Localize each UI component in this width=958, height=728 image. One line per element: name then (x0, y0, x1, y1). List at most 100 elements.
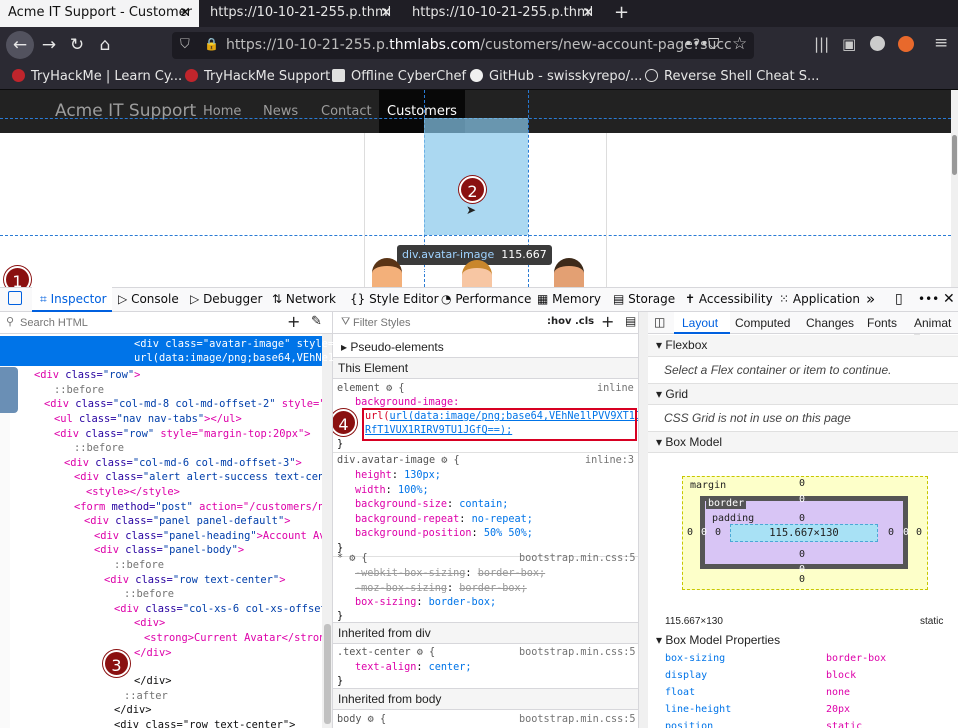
bm-prop-value[interactable]: none (826, 687, 850, 698)
hov-button[interactable]: :hov (547, 316, 572, 327)
margin-bottom[interactable]: 0 (799, 574, 805, 585)
reload-icon[interactable]: ↻ (64, 27, 90, 63)
html-pseudo-after[interactable]: ::after (124, 689, 168, 704)
star-icon[interactable]: ☆ (732, 34, 747, 54)
bookmark-thm-support[interactable]: TryHackMe Support (185, 63, 330, 90)
add-node-icon[interactable]: + (287, 312, 300, 331)
url-text[interactable]: https://10-10-21-255.p.thmlabs.com/custo… (226, 37, 732, 53)
bookmark-revshell[interactable]: Reverse Shell Cheat S... (645, 63, 819, 90)
html-scrollbar[interactable] (322, 334, 332, 728)
html-node[interactable]: <div class="alert alert-success text-cen… (74, 470, 331, 485)
home-icon[interactable]: ⌂ (92, 27, 118, 63)
html-pseudo[interactable]: ::before (54, 383, 104, 398)
tab-computed[interactable]: Computed (735, 316, 790, 330)
border-bottom[interactable]: 0 (799, 564, 805, 575)
html-node[interactable]: <div class="col-md-6 col-md-offset-3"> (64, 456, 302, 471)
tab-layout[interactable]: Layout (682, 316, 718, 330)
dock-icon[interactable]: ▯ (895, 287, 903, 312)
extension-icon[interactable] (898, 36, 914, 52)
bookmark-thm-learn[interactable]: TryHackMe | Learn Cy... (12, 63, 182, 90)
site-brand[interactable]: Acme IT Support (55, 90, 196, 133)
page-scrollbar[interactable] (951, 90, 958, 287)
bootstrap-source[interactable]: bootstrap.min.css:5 (519, 552, 636, 567)
close-icon[interactable]: ✕ (380, 0, 392, 26)
tab-inspector[interactable]: ⌗ Inspector (40, 287, 107, 312)
css-prop-width[interactable]: width: 100%; (355, 484, 429, 499)
html-pseudo[interactable]: ::before (74, 441, 124, 456)
tab-url-2[interactable]: https://10-10-21-255.p.thml ✕ (404, 0, 602, 27)
lock-icon[interactable]: 🔒 (204, 37, 219, 51)
html-node[interactable]: <div class="panel-heading">Account Ava (94, 529, 332, 544)
html-node[interactable]: </div> (134, 674, 172, 689)
close-icon[interactable]: ✕ (179, 0, 191, 26)
bookmark-cyberchef[interactable]: Offline CyberChef (332, 63, 466, 90)
bm-prop-value[interactable]: 20px (826, 704, 850, 715)
content-box[interactable]: 115.667×130 (730, 524, 878, 542)
more-dots-icon[interactable]: ••• (918, 287, 939, 312)
print-icon[interactable]: ▤ (625, 314, 636, 328)
html-node[interactable]: <strong>Current Avatar</strong> (144, 631, 332, 646)
split-icon[interactable]: ◫ (654, 315, 665, 329)
html-node[interactable]: </div> (134, 646, 172, 661)
padding-bottom[interactable]: 0 (799, 549, 805, 560)
bm-prop-value[interactable]: border-box (826, 653, 886, 664)
site-nav-contact[interactable]: Contact (321, 90, 372, 133)
html-node[interactable]: <div class="row text-center"> (114, 718, 295, 728)
prop-text-align[interactable]: text-align: center; (355, 661, 472, 676)
site-nav-news[interactable]: News (263, 90, 298, 133)
padding-top[interactable]: 0 (799, 513, 805, 524)
menu-icon[interactable]: ≡ (934, 33, 948, 53)
forward-arrow-icon[interactable]: → (36, 27, 62, 63)
html-node[interactable]: <div class="col-md-8 col-md-offset-2" st… (44, 397, 326, 412)
css-prop-background-repeat[interactable]: background-repeat: no-repeat; (355, 513, 533, 528)
shield-icon[interactable]: ⛉ (180, 37, 190, 52)
html-node[interactable]: <ul class="nav nav-tabs"></ul> (54, 412, 242, 427)
avatar-source[interactable]: inline:3 (585, 454, 634, 469)
bootstrap-source[interactable]: bootstrap.min.css:5 (519, 646, 636, 661)
filter-styles-input[interactable] (353, 314, 523, 331)
html-pseudo[interactable]: ::before (114, 558, 164, 573)
html-pseudo[interactable]: ::before (124, 587, 174, 602)
overflow-chevron-icon[interactable]: » (866, 287, 875, 312)
css-prop-height[interactable]: height: 130px; (355, 469, 441, 484)
margin-top[interactable]: 0 (799, 478, 805, 489)
css-prop-background-size[interactable]: background-size: contain; (355, 498, 508, 513)
tab-application[interactable]: ⁙ Application (779, 287, 860, 312)
tab-fonts[interactable]: Fonts (867, 316, 897, 330)
html-node[interactable]: <div class="col-xs-6 col-xs-offset (114, 602, 327, 617)
library-icon[interactable]: ||| (814, 35, 829, 53)
close-icon[interactable]: ✕ (582, 0, 594, 26)
padding-right[interactable]: 0 (888, 527, 894, 538)
tab-network[interactable]: ⇅ Network (272, 287, 336, 312)
css-prop-background-position[interactable]: background-position: 50% 50%; (355, 527, 533, 542)
bm-prop-value[interactable]: static (826, 721, 862, 728)
tab-changes[interactable]: Changes (806, 316, 854, 330)
more-dots-icon[interactable]: ••• (684, 36, 709, 52)
search-html-input[interactable] (20, 314, 280, 331)
flexbox-header[interactable]: ▾ Flexbox (648, 335, 958, 357)
tab-console[interactable]: ▷ Console (118, 287, 179, 312)
html-node[interactable]: <div class="row text-center"> (104, 573, 285, 588)
tab-acme[interactable]: Acme IT Support - Customer ✕ (0, 0, 199, 27)
margin-left[interactable]: 0 (687, 527, 693, 538)
tab-url-1[interactable]: https://10-10-21-255.p.thml ✕ (202, 0, 400, 27)
add-rule-icon[interactable]: + (601, 312, 614, 331)
back-arrow-icon[interactable]: ← (6, 31, 34, 59)
cls-button[interactable]: .cls (575, 316, 594, 327)
css-prop-webkit-box-sizing[interactable]: -webkit-box-sizing: border-box; (355, 567, 545, 582)
tab-accessibility[interactable]: ✝ Accessibility (685, 287, 773, 312)
bootstrap-source[interactable]: bootstrap.min.css:5 (519, 713, 636, 728)
new-tab-button[interactable]: + (606, 0, 636, 27)
sidebar-icon[interactable]: ▣ (842, 35, 856, 53)
tab-memory[interactable]: ▦ Memory (537, 287, 601, 312)
html-node[interactable]: <div> (134, 616, 165, 631)
bookmark-github[interactable]: GitHub - swisskyrepo/... (470, 63, 642, 90)
html-node[interactable]: <div class="row"> (34, 368, 140, 383)
eyedropper-icon[interactable]: ✎ (311, 314, 322, 329)
margin-right[interactable]: 0 (916, 527, 922, 538)
html-node[interactable]: <form method="post" action="/customers/n (74, 500, 324, 515)
padding-left[interactable]: 0 (715, 527, 721, 538)
rules-scrollbar[interactable] (639, 312, 648, 728)
box-model-header[interactable]: ▾ Box Model (648, 431, 958, 453)
tab-storage[interactable]: ▤ Storage (613, 287, 675, 312)
